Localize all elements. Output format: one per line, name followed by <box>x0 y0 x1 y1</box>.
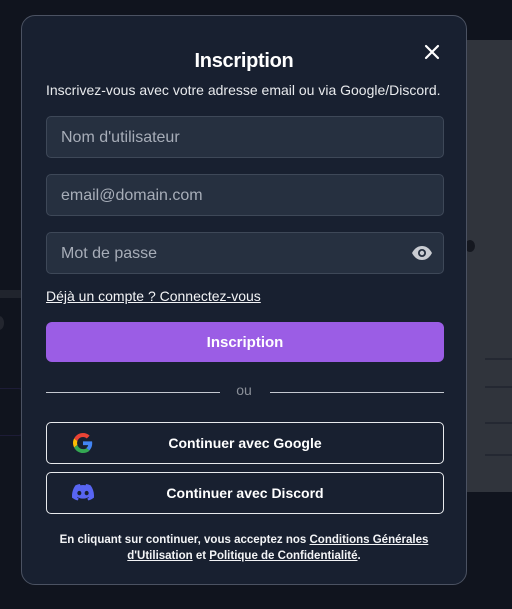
divider-line-right <box>270 392 444 393</box>
legal-notice: En cliquant sur continuer, vous acceptez… <box>58 532 430 564</box>
password-field[interactable] <box>46 232 444 275</box>
privacy-link[interactable]: Politique de Confidentialité <box>209 550 357 562</box>
email-input[interactable] <box>59 175 403 217</box>
toggle-password-button[interactable] <box>411 243 433 263</box>
close-icon <box>424 44 440 60</box>
discord-button-label: Continuer avec Discord <box>166 485 324 501</box>
legal-suffix: . <box>357 550 361 562</box>
legal-prefix: En cliquant sur continuer, vous acceptez… <box>59 534 307 546</box>
signup-button[interactable]: Inscription <box>46 322 444 362</box>
username-field[interactable] <box>46 116 444 159</box>
eye-icon <box>412 246 432 260</box>
google-button[interactable]: Continuer avec Google <box>46 422 444 464</box>
signup-modal: Inscription Inscrivez-vous avec votre ad… <box>21 15 467 585</box>
modal-subtitle: Inscrivez-vous avec votre adresse email … <box>46 82 441 98</box>
close-button[interactable] <box>422 42 442 62</box>
discord-button[interactable]: Continuer avec Discord <box>46 472 444 514</box>
legal-and: et <box>195 550 207 562</box>
email-field[interactable] <box>46 174 444 217</box>
password-input[interactable] <box>59 233 403 275</box>
login-link[interactable]: Déjà un compte ? Connectez-vous <box>46 288 261 304</box>
google-button-label: Continuer avec Google <box>168 435 322 451</box>
divider-text: ou <box>236 382 252 398</box>
username-input[interactable] <box>59 117 403 159</box>
modal-title: Inscription <box>194 50 294 72</box>
